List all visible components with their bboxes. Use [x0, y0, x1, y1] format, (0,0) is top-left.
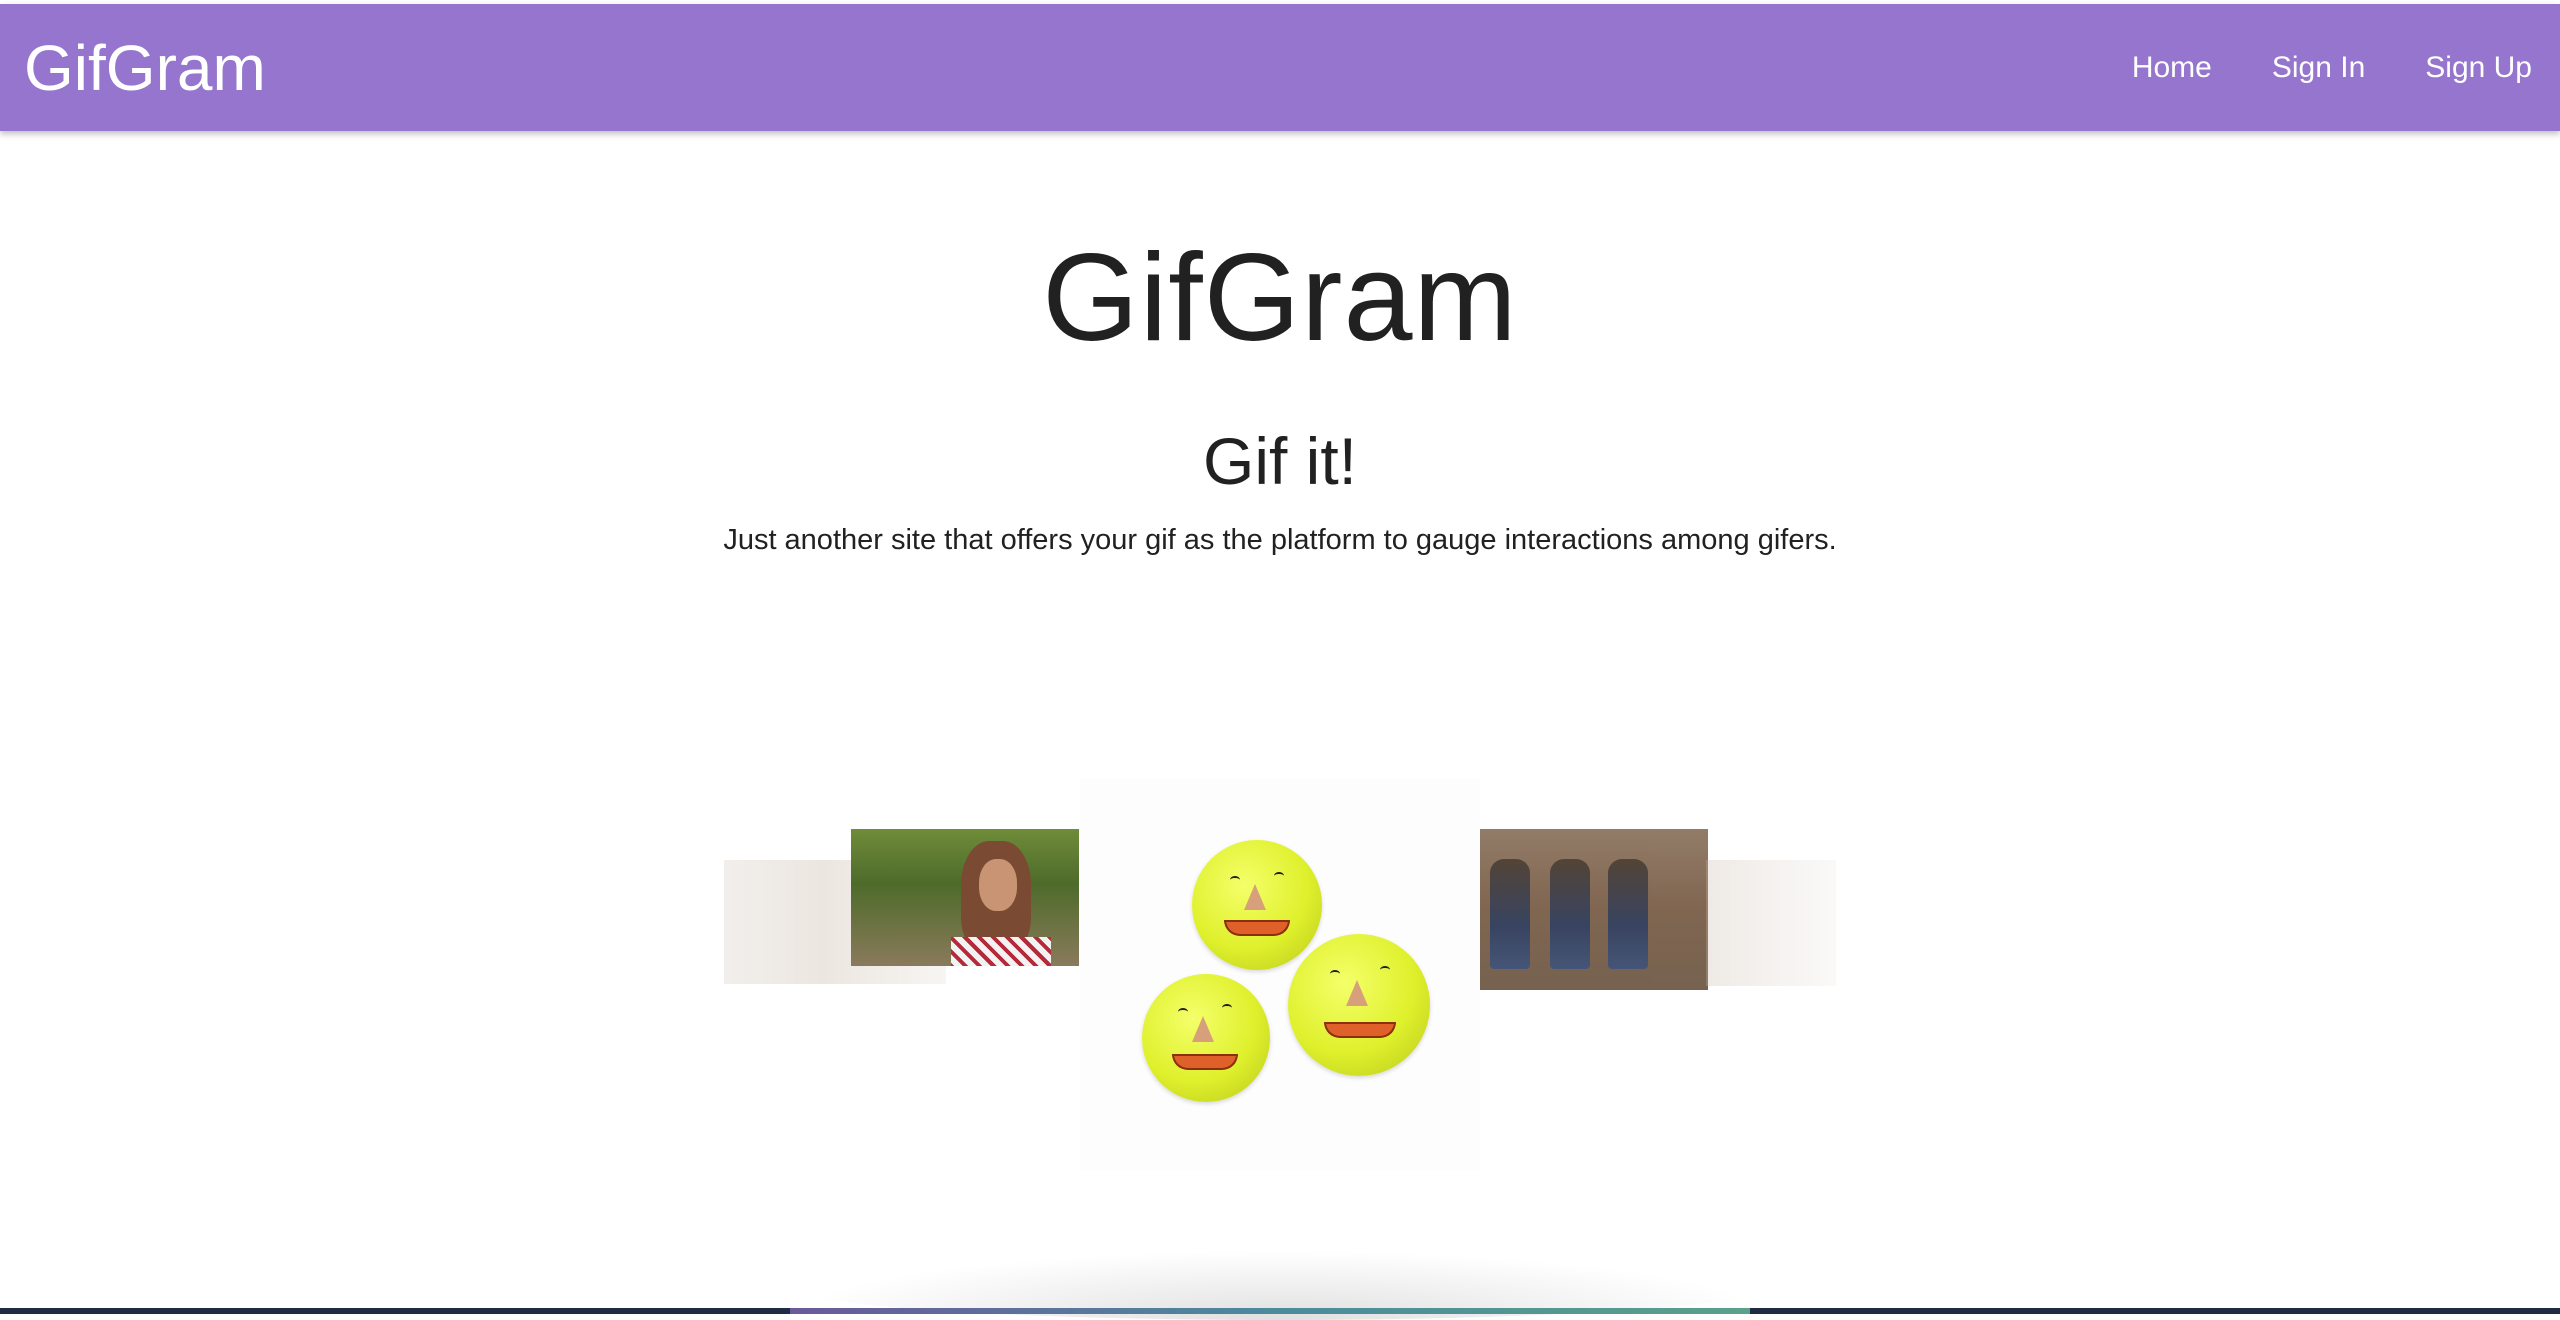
gif-cowboy-3	[1608, 859, 1648, 969]
gif-cowboy-1	[1490, 859, 1530, 969]
carousel-item-left[interactable]	[851, 829, 1079, 966]
carousel-item-center[interactable]	[1080, 778, 1480, 1170]
gif-cowboy-2	[1550, 859, 1590, 969]
tennis-ball-face-right	[1288, 934, 1430, 1076]
carousel-item-far-right[interactable]	[1706, 860, 1836, 986]
tennis-ball-face-top	[1192, 840, 1322, 970]
gif-woman-dress	[951, 937, 1051, 966]
gif-woman-face	[979, 859, 1017, 911]
carousel-item-right[interactable]	[1480, 829, 1708, 990]
gif-carousel	[0, 0, 2560, 1314]
tennis-ball-face-left	[1142, 974, 1270, 1102]
bottom-edge-accent	[790, 1308, 1750, 1314]
